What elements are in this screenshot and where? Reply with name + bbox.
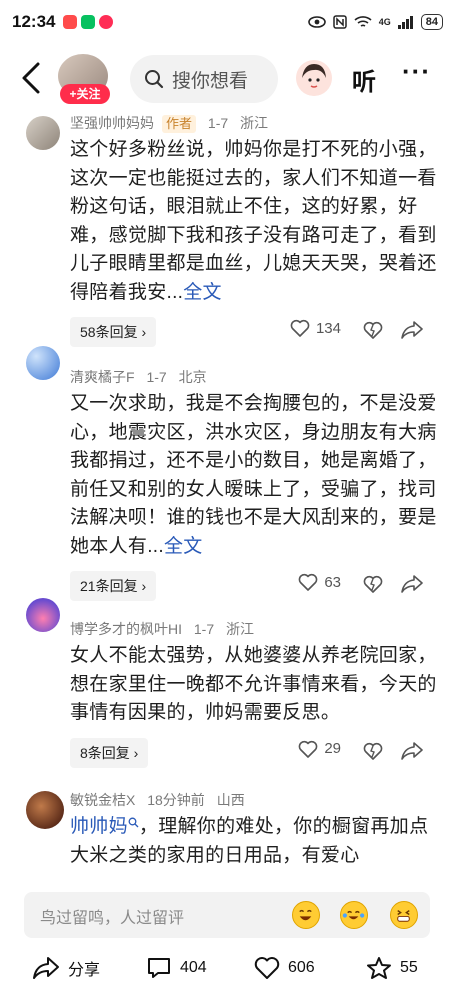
signal-icon [397,15,413,29]
battery-indicator: 84 [420,14,443,30]
search-icon [145,70,164,89]
commenter-avatar[interactable] [26,346,60,380]
share-arrow-icon[interactable] [401,741,423,761]
cartoon-face-icon [296,60,332,96]
share-icon [33,957,59,979]
like-count: 63 [324,573,341,591]
like-button[interactable]: 63 [298,573,341,591]
comment-location: 浙江 [240,115,269,131]
eye-icon [307,16,326,28]
author-badge: 作者 [162,115,197,133]
comment-meta: 博学多才的枫叶HI 1-7 浙江 [70,594,439,640]
comment-date: 1-7 [207,115,229,131]
commenter-name[interactable]: 坚强帅帅妈妈 [70,115,154,131]
comment-item: 坚强帅帅妈妈 作者 1-7 浙江 这个好多粉丝说，帅妈你是打不死的小强，这次一定也… [0,112,455,347]
view-replies-button[interactable]: 8条回复 › [70,737,149,768]
comment-item: 敏锐金桔X 18分钟前 山西 帅帅妈 ，理解你的难处，你的橱窗再加点大米之类的家用… [0,789,455,899]
comment-count: 404 [180,959,207,976]
status-app-icons [63,15,114,29]
comment-location: 山西 [216,792,245,808]
listen-button[interactable]: 听 [352,62,376,97]
broken-heart-icon[interactable] [363,742,383,760]
comment-text[interactable]: 这个好多粉丝说，帅妈你是打不死的小强，这次一定也能挺过去的，家人们不知道一看粉这… [70,136,439,307]
share-arrow-icon[interactable] [401,574,423,594]
star-icon [367,957,391,979]
heart-outline-icon [254,957,280,979]
comment-actions: 8条回复 › 29 [70,734,439,774]
follow-button[interactable]: +关注 [60,84,110,104]
search-mini-icon [128,817,139,828]
comment-text[interactable]: 又一次求助，我是不会掏腰包的，不是没爱心，地震灾区，洪水灾区，身边朋友有大病我都… [70,390,439,561]
comment-meta: 坚强帅帅妈妈 作者 1-7 浙江 [70,112,439,134]
comment-item: 博学多才的枫叶HI 1-7 浙江 女人不能太强势，从她婆婆从养老院回家，想在家里… [0,594,455,789]
comment-date: 18分钟前 [147,792,205,808]
network-type: 4G [378,17,391,27]
like-count: 29 [324,740,341,757]
expand-full-text-link[interactable]: 全文 [164,536,203,557]
mention-link[interactable]: 帅帅妈 [70,816,139,837]
comment-meta: 清爽橘子F 1-7 北京 [70,342,439,388]
status-indicators: 4G 84 [307,14,443,30]
search-box[interactable]: 搜你想看 [130,55,278,103]
comment-location: 浙江 [226,621,255,637]
commenter-avatar[interactable] [26,791,64,829]
like-button[interactable]: 134 [290,319,341,337]
commenter-name[interactable]: 博学多才的枫叶HI [70,621,182,637]
favorite-button[interactable]: 55 [366,956,418,980]
comment-list: 坚强帅帅妈妈 作者 1-7 浙江 这个好多粉丝说，帅妈你是打不死的小强，这次一定也… [0,112,455,899]
comment-text[interactable]: 帅帅妈 ，理解你的难处，你的橱窗再加点大米之类的家用的日用品，有爱心 [70,813,439,870]
heart-icon [298,573,318,591]
comment-bubble-icon [148,958,170,978]
user-avatar[interactable] [296,60,332,96]
grinning-emoji-icon[interactable] [390,901,418,929]
heart-icon [298,740,318,758]
expand-full-text-link[interactable]: 全文 [183,282,222,303]
commenter-name[interactable]: 敏锐金桔X [70,792,135,808]
notification-app-icon [63,15,78,29]
nfc-icon [332,15,347,29]
like-post-button[interactable]: 606 [254,956,315,980]
status-bar: 12:34 4G 84 [0,0,455,44]
comment-input-bar[interactable]: 鸟过留鸣，人过留评 [24,892,430,938]
search-placeholder: 搜你想看 [172,70,249,92]
broken-heart-icon[interactable] [363,321,383,339]
comment-date: 1-7 [193,621,215,637]
crying-laugh-emoji-icon[interactable] [340,901,368,929]
more-options-button[interactable]: ··· [402,56,431,87]
broken-heart-icon[interactable] [363,575,383,593]
comment-input-placeholder: 鸟过留鸣，人过留评 [40,910,185,927]
top-nav-bar: +关注 搜你想看 听 ··· [0,48,455,110]
comment-text[interactable]: 女人不能太强势，从她婆婆从养老院回家，想在家里住一晚都不允许事情来看，今天的事情… [70,642,439,728]
wifi-icon [354,16,372,27]
like-button[interactable]: 29 [298,740,341,758]
heart-icon [290,319,310,337]
favorite-count: 55 [400,959,418,976]
commenter-avatar[interactable] [26,116,60,150]
like-count: 134 [315,319,341,337]
notification-dot-icon [99,15,114,29]
comment-meta: 敏锐金桔X 18分钟前 山西 [70,789,439,811]
back-arrow-icon[interactable] [18,60,48,96]
share-label: 分享 [68,962,101,979]
bottom-action-bar: 分享 404 606 55 [0,948,455,996]
commenter-name[interactable]: 清爽橘子F [70,369,135,385]
comment-location: 北京 [178,369,207,385]
laughing-emoji-icon[interactable] [292,901,320,929]
comment-item: 清爽橘子F 1-7 北京 又一次求助，我是不会掏腰包的，不是没爱心，地震灾区，洪… [0,342,455,601]
status-time: 12:34 [12,12,56,31]
comment-button[interactable]: 404 [146,956,207,980]
wechat-icon [81,15,96,29]
comment-date: 1-7 [146,369,167,385]
share-button[interactable]: 分享 [32,956,100,980]
share-arrow-icon[interactable] [401,320,423,340]
like-post-count: 606 [288,959,315,976]
commenter-avatar[interactable] [26,598,60,632]
